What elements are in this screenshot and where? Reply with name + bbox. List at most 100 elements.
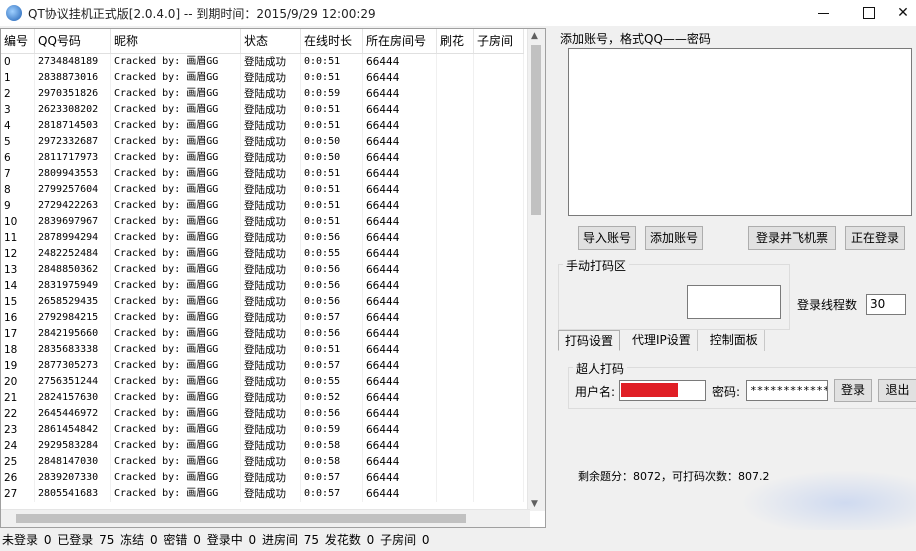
table-row[interactable]: 12 2482252484 Cracked by: 画眉GG 登陆成功 0:0:55 66…	[1, 246, 524, 262]
vertical-scroll-thumb[interactable]	[531, 45, 541, 215]
table-cell: 登陆成功	[241, 310, 301, 326]
table-cell	[437, 326, 474, 342]
table-cell: Cracked by: 画眉GG	[111, 294, 241, 310]
import-accounts-button[interactable]: 导入账号	[578, 226, 636, 250]
table-row[interactable]: 23 2861454842 Cracked by: 画眉GG 登陆成功 0:0:59 66…	[1, 422, 524, 438]
table-cell: 2848850362	[35, 262, 111, 278]
tab-control-panel[interactable]: 控制面板	[704, 330, 765, 351]
table-cell: 66444	[363, 230, 437, 246]
table-row[interactable]: 4 2818714503 Cracked by: 画眉GG 登陆成功 0:0:51 664…	[1, 118, 524, 134]
table-cell	[474, 422, 524, 438]
table-cell: 登陆成功	[241, 214, 301, 230]
table-cell: 2839697967	[35, 214, 111, 230]
column-header[interactable]: QQ号码	[35, 29, 111, 53]
login-and-fly-ticket-button[interactable]: 登录并飞机票	[748, 226, 836, 250]
password-label: 密码:	[712, 385, 741, 399]
table-row[interactable]: 15 2658529435 Cracked by: 画眉GG 登陆成功 0:0:56 66…	[1, 294, 524, 310]
table-row[interactable]: 10 2839697967 Cracked by: 画眉GG 登陆成功 0:0:51 66…	[1, 214, 524, 230]
table-cell: 登陆成功	[241, 374, 301, 390]
add-account-button[interactable]: 添加账号	[645, 226, 703, 250]
table-cell	[474, 230, 524, 246]
account-input-area[interactable]	[568, 48, 912, 216]
captcha-logout-button[interactable]: 退出	[878, 379, 916, 402]
table-cell	[437, 150, 474, 166]
table-row[interactable]: 5 2972332687 Cracked by: 画眉GG 登陆成功 0:0:50 664…	[1, 134, 524, 150]
table-row[interactable]: 3 2623308202 Cracked by: 画眉GG 登陆成功 0:0:51 664…	[1, 102, 524, 118]
column-header[interactable]: 刷花	[437, 29, 474, 53]
table-cell: 0:0:51	[301, 198, 363, 214]
logging-in-button[interactable]: 正在登录	[845, 226, 905, 250]
table-cell: 11	[1, 230, 35, 246]
table-cell: Cracked by: 画眉GG	[111, 422, 241, 438]
table-cell: 0:0:56	[301, 262, 363, 278]
table-cell	[437, 182, 474, 198]
table-row[interactable]: 25 2848147030 Cracked by: 画眉GG 登陆成功 0:0:58 66…	[1, 454, 524, 470]
password-input[interactable]: ************	[746, 380, 828, 401]
table-cell: 登陆成功	[241, 390, 301, 406]
table-cell: 26	[1, 470, 35, 486]
table-cell: 0	[1, 54, 35, 70]
table-cell: Cracked by: 画眉GG	[111, 198, 241, 214]
table-row[interactable]: 1 2838873016 Cracked by: 画眉GG 登陆成功 0:0:51 664…	[1, 70, 524, 86]
table-row[interactable]: 27 2805541683 Cracked by: 画眉GG 登陆成功 0:0:57 66…	[1, 486, 524, 502]
captcha-input[interactable]	[687, 285, 781, 319]
table-row[interactable]: 22 2645446972 Cracked by: 画眉GG 登陆成功 0:0:56 66…	[1, 406, 524, 422]
table-cell: 2811717973	[35, 150, 111, 166]
column-header[interactable]: 子房间	[474, 29, 524, 53]
table-cell	[474, 454, 524, 470]
column-header[interactable]: 所在房间号	[363, 29, 437, 53]
table-cell: 2842195660	[35, 326, 111, 342]
table-row[interactable]: 8 2799257604 Cracked by: 画眉GG 登陆成功 0:0:51 664…	[1, 182, 524, 198]
column-header[interactable]: 状态	[241, 29, 301, 53]
table-cell: Cracked by: 画眉GG	[111, 310, 241, 326]
tab-captcha-settings[interactable]: 打码设置	[558, 330, 621, 351]
table-row[interactable]: 0 2734848189 Cracked by: 画眉GG 登陆成功 0:0:51 664…	[1, 54, 524, 70]
account-grid[interactable]: 编号 QQ号码 昵称 状态 在线时长 所在房间号 刷花 子房间 0 2734848189 Crac…	[0, 28, 546, 528]
table-row[interactable]: 16 2792984215 Cracked by: 画眉GG 登陆成功 0:0:57 66…	[1, 310, 524, 326]
table-cell: 66444	[363, 486, 437, 502]
close-button[interactable]: ✕	[890, 0, 916, 26]
table-row[interactable]: 18 2835683338 Cracked by: 画眉GG 登陆成功 0:0:51 66…	[1, 342, 524, 358]
table-cell: 2658529435	[35, 294, 111, 310]
table-row[interactable]: 13 2848850362 Cracked by: 画眉GG 登陆成功 0:0:56 66…	[1, 262, 524, 278]
scroll-up-icon[interactable]: ▲	[531, 31, 538, 41]
column-header[interactable]: 编号	[1, 29, 35, 53]
threads-input[interactable]: 30	[866, 294, 906, 315]
table-row[interactable]: 6 2811717973 Cracked by: 画眉GG 登陆成功 0:0:50 664…	[1, 150, 524, 166]
table-cell	[474, 54, 524, 70]
tab-proxy-ip-settings[interactable]: 代理IP设置	[626, 330, 698, 351]
table-cell: 登陆成功	[241, 406, 301, 422]
table-cell	[474, 294, 524, 310]
table-row[interactable]: 26 2839207330 Cracked by: 画眉GG 登陆成功 0:0:57 66…	[1, 470, 524, 486]
table-cell	[437, 310, 474, 326]
table-row[interactable]: 7 2809943553 Cracked by: 画眉GG 登陆成功 0:0:51 664…	[1, 166, 524, 182]
table-cell: 2877305273	[35, 358, 111, 374]
minimize-button[interactable]	[800, 0, 846, 26]
table-row[interactable]: 17 2842195660 Cracked by: 画眉GG 登陆成功 0:0:56 66…	[1, 326, 524, 342]
table-row[interactable]: 14 2831975949 Cracked by: 画眉GG 登陆成功 0:0:56 66…	[1, 278, 524, 294]
table-cell: 0:0:52	[301, 390, 363, 406]
captcha-login-button[interactable]: 登录	[834, 379, 872, 402]
table-row[interactable]: 2 2970351826 Cracked by: 画眉GG 登陆成功 0:0:59 664…	[1, 86, 524, 102]
minimize-icon	[817, 12, 829, 14]
table-cell: 登陆成功	[241, 150, 301, 166]
table-cell: 66444	[363, 198, 437, 214]
table-row[interactable]: 9 2729422263 Cracked by: 画眉GG 登陆成功 0:0:51 664…	[1, 198, 524, 214]
table-cell	[437, 342, 474, 358]
grid-header: 编号 QQ号码 昵称 状态 在线时长 所在房间号 刷花 子房间	[1, 29, 524, 54]
table-row[interactable]: 11 2878994294 Cracked by: 画眉GG 登陆成功 0:0:56 66…	[1, 230, 524, 246]
scroll-down-icon[interactable]: ▼	[531, 499, 538, 509]
table-cell	[474, 342, 524, 358]
column-header[interactable]: 昵称	[111, 29, 241, 53]
table-row[interactable]: 20 2756351244 Cracked by: 画眉GG 登陆成功 0:0:55 66…	[1, 374, 524, 390]
horizontal-scroll-thumb[interactable]	[16, 514, 466, 523]
table-cell	[474, 310, 524, 326]
table-row[interactable]: 24 2929583284 Cracked by: 画眉GG 登陆成功 0:0:58 66…	[1, 438, 524, 454]
horizontal-scrollbar[interactable]	[1, 509, 530, 527]
table-row[interactable]: 19 2877305273 Cracked by: 画眉GG 登陆成功 0:0:57 66…	[1, 358, 524, 374]
maximize-button[interactable]	[846, 0, 892, 26]
table-row[interactable]: 21 2824157630 Cracked by: 画眉GG 登陆成功 0:0:52 66…	[1, 390, 524, 406]
column-header[interactable]: 在线时长	[301, 29, 363, 53]
username-input[interactable]	[619, 380, 706, 401]
vertical-scrollbar[interactable]: ▲ ▼	[527, 29, 545, 511]
